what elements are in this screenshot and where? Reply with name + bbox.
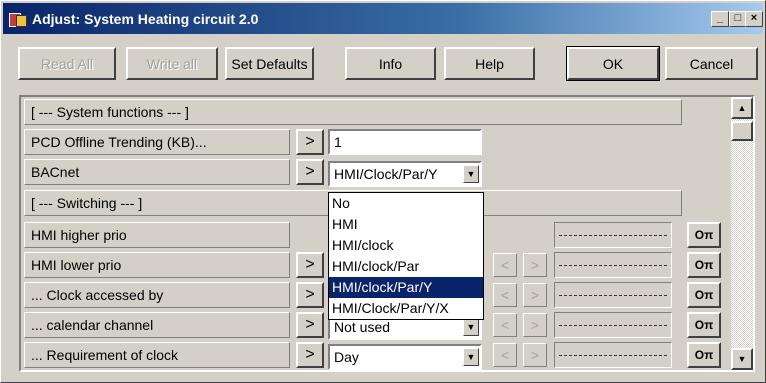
chevron-down-icon[interactable]: ▼: [463, 165, 479, 183]
chevron-down-icon[interactable]: ▼: [463, 348, 479, 366]
hmi-lower-next-button[interactable]: >: [523, 253, 547, 277]
app-icon: [9, 11, 27, 27]
row-label-hmi-higher: HMI higher prio: [24, 222, 290, 248]
requirement-clock-open-button[interactable]: >: [296, 342, 324, 368]
dropdown-option[interactable]: No: [329, 193, 483, 214]
requirement-clock-next-button[interactable]: >: [523, 343, 547, 367]
minimize-button[interactable]: _: [711, 11, 729, 27]
ok-button[interactable]: OK: [566, 46, 660, 81]
hmi-lower-prev-button[interactable]: <: [493, 253, 517, 277]
scroll-up-icon[interactable]: ▲: [731, 97, 753, 119]
clock-accessed-open-button[interactable]: >: [296, 282, 324, 308]
calendar-channel-value: Not used: [334, 319, 391, 335]
hmi-lower-status: [554, 252, 672, 278]
lock-key-icon[interactable]: Oπ: [687, 282, 721, 308]
clock-accessed-next-button[interactable]: >: [523, 283, 547, 307]
hmi-lower-open-button[interactable]: >: [296, 252, 324, 278]
bacnet-open-button[interactable]: >: [296, 159, 324, 185]
lock-key-icon[interactable]: Oπ: [687, 342, 721, 368]
bacnet-select-value: HMI/Clock/Par/Y: [334, 166, 438, 182]
window-title: Adjust: System Heating circuit 2.0: [32, 10, 259, 27]
requirement-clock-select[interactable]: Day ▼: [328, 344, 482, 370]
set-defaults-button[interactable]: Set Defaults: [225, 47, 314, 80]
requirement-clock-status: [554, 342, 672, 368]
row-label-pcd-trending: PCD Offline Trending (KB)...: [24, 129, 290, 155]
write-all-button[interactable]: Write all: [126, 47, 218, 80]
pcd-trending-value-field[interactable]: 1: [328, 129, 482, 155]
help-button[interactable]: Help: [444, 47, 535, 80]
dropdown-option[interactable]: HMI/clock: [329, 235, 483, 256]
scroll-down-icon[interactable]: ▼: [731, 348, 753, 370]
row-label-bacnet: BACnet: [24, 159, 290, 185]
calendar-channel-prev-button[interactable]: <: [493, 313, 517, 337]
chevron-down-icon[interactable]: ▼: [463, 318, 479, 336]
dropdown-option[interactable]: HMI/clock/Par/Y: [329, 277, 483, 298]
row-label-requirement-clock: ... Requirement of clock: [24, 342, 290, 368]
dropdown-option[interactable]: HMI/clock/Par: [329, 256, 483, 277]
calendar-channel-status: [554, 312, 672, 338]
dropdown-option[interactable]: HMI: [329, 214, 483, 235]
lock-key-icon[interactable]: Oπ: [687, 252, 721, 278]
bacnet-dropdown-list[interactable]: No HMI HMI/clock HMI/clock/Par HMI/clock/Par…: [328, 192, 484, 320]
section-system-functions: [ --- System functions --- ]: [24, 99, 682, 125]
clock-accessed-status: [554, 282, 672, 308]
scroll-thumb[interactable]: [731, 121, 753, 141]
row-label-clock-accessed: ... Clock accessed by: [24, 282, 290, 308]
calendar-channel-open-button[interactable]: >: [296, 312, 324, 338]
info-button[interactable]: Info: [345, 47, 436, 80]
pcd-trending-open-button[interactable]: >: [296, 129, 324, 155]
requirement-clock-prev-button[interactable]: <: [493, 343, 517, 367]
cancel-button[interactable]: Cancel: [665, 47, 758, 80]
title-bar[interactable]: Adjust: System Heating circuit 2.0 _ □ ×: [3, 3, 763, 34]
close-button[interactable]: ×: [745, 11, 763, 27]
lock-key-icon[interactable]: Oπ: [687, 312, 721, 338]
row-label-hmi-lower: HMI lower prio: [24, 252, 290, 278]
lock-key-icon[interactable]: Oπ: [687, 222, 721, 248]
clock-accessed-prev-button[interactable]: <: [493, 283, 517, 307]
requirement-clock-value: Day: [334, 349, 359, 365]
bacnet-select[interactable]: HMI/Clock/Par/Y ▼: [328, 161, 482, 187]
row-label-calendar-channel: ... calendar channel: [24, 312, 290, 338]
calendar-channel-next-button[interactable]: >: [523, 313, 547, 337]
adjust-window: Adjust: System Heating circuit 2.0 _ □ ×…: [0, 0, 766, 383]
dropdown-option[interactable]: HMI/Clock/Par/Y/X: [329, 298, 483, 319]
hmi-higher-status: [554, 222, 672, 248]
vertical-scrollbar[interactable]: ▲ ▼: [731, 97, 753, 370]
read-all-button[interactable]: Read All: [18, 47, 116, 80]
